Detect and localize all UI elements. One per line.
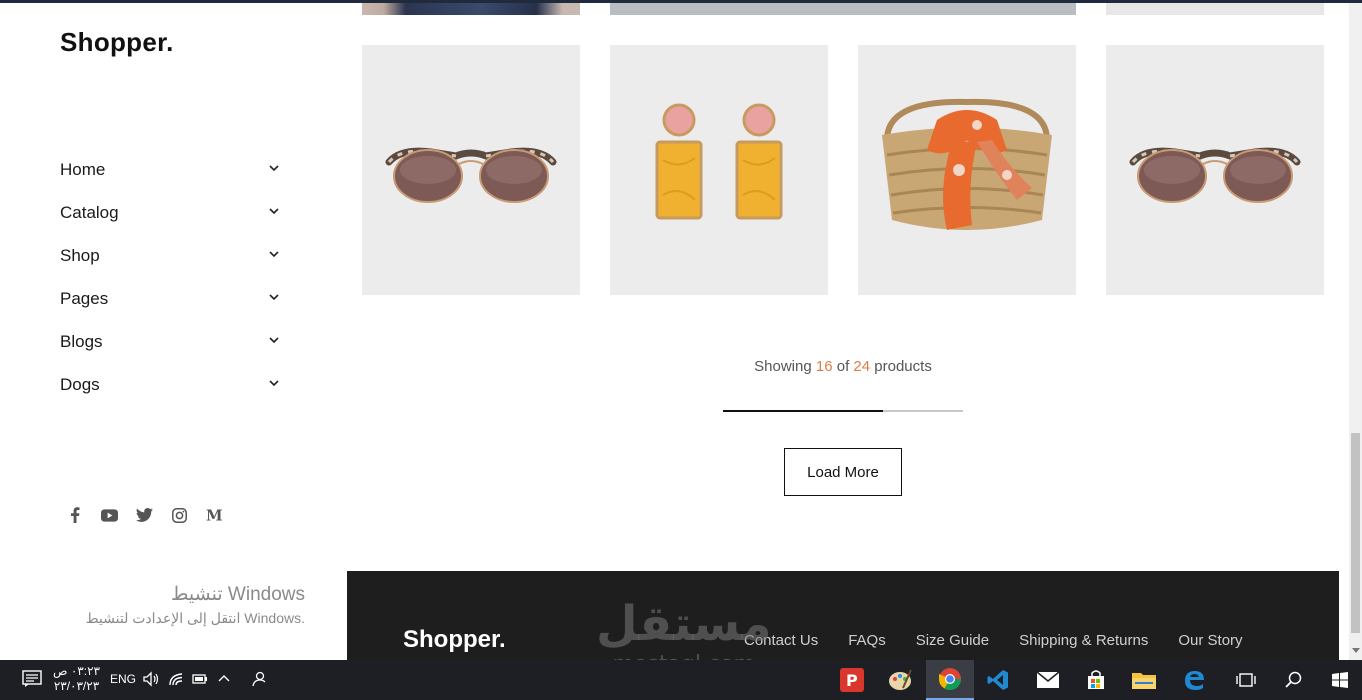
- chevron-down-icon[interactable]: [268, 377, 280, 389]
- nav-item-pages[interactable]: Pages: [60, 289, 280, 332]
- nav-item-label: Shop: [60, 246, 100, 265]
- load-progress-bar: [723, 410, 963, 412]
- medium-icon[interactable]: M: [206, 506, 223, 524]
- mail-icon: [1036, 671, 1060, 688]
- file-explorer-icon: [1132, 673, 1156, 689]
- footer-links: Contact Us FAQs Size Guide Shipping & Re…: [744, 632, 1243, 649]
- sunglasses-image: [1129, 147, 1301, 203]
- straw-bag-image: [882, 98, 1052, 230]
- windows-taskbar: ٠٣:٢٣ ص ٢٣/٠٣/٢٣ ENG P: [0, 660, 1362, 700]
- site-footer: Shopper. Contact Us FAQs Size Guide Ship…: [347, 571, 1339, 660]
- brand-logo[interactable]: Shopper.: [60, 27, 174, 58]
- nav-item-label: Pages: [60, 289, 109, 308]
- footer-brand-logo[interactable]: Shopper.: [403, 626, 506, 654]
- battery-icon[interactable]: [191, 670, 209, 688]
- watermark-arabic: مستقل: [596, 596, 772, 652]
- taskbar-time: ٠٣:٢٣ ص: [53, 664, 100, 678]
- showing-suffix: products: [874, 358, 932, 375]
- product-image-partial[interactable]: [362, 3, 580, 15]
- product-image-partial[interactable]: [1106, 3, 1324, 15]
- sunglasses-image: [385, 147, 557, 203]
- nav-item-dogs[interactable]: Dogs: [60, 375, 280, 418]
- action-center-icon[interactable]: [22, 670, 42, 688]
- sidebar-nav: Home Catalog Shop Pages Blogs Dogs: [60, 160, 280, 418]
- scrollbar-thumb[interactable]: [1351, 433, 1360, 633]
- start-icon: [1332, 672, 1348, 688]
- sidebar: Shopper. Home Catalog Shop Pages Blogs D…: [0, 3, 347, 660]
- nav-item-home[interactable]: Home: [60, 160, 280, 203]
- instagram-icon[interactable]: [171, 506, 188, 524]
- load-more-button[interactable]: Load More: [784, 448, 902, 496]
- product-card[interactable]: [610, 45, 828, 295]
- earrings-image: [655, 103, 783, 220]
- search-button[interactable]: [1270, 660, 1318, 700]
- store-icon: [1088, 670, 1104, 689]
- footer-link-our-story[interactable]: Our Story: [1178, 632, 1242, 649]
- footer-link-shipping[interactable]: Shipping & Returns: [1019, 632, 1148, 649]
- taskbar-clock[interactable]: ٠٣:٢٣ ص ٢٣/٠٣/٢٣: [53, 664, 100, 694]
- chevron-down-icon[interactable]: [268, 334, 280, 346]
- vscode-app[interactable]: [974, 660, 1022, 700]
- pinterest-app[interactable]: P: [828, 660, 876, 700]
- svg-text:M: M: [206, 508, 223, 522]
- svg-text:P: P: [846, 671, 858, 690]
- chevron-down-icon[interactable]: [268, 248, 280, 260]
- product-card[interactable]: [362, 45, 580, 295]
- nav-item-label: Dogs: [60, 375, 100, 394]
- activation-title: تنشيط Windows: [170, 584, 305, 605]
- shown-count: 16: [815, 358, 833, 375]
- showing-prefix: Showing: [754, 358, 812, 375]
- footer-link-size-guide[interactable]: Size Guide: [916, 632, 989, 649]
- language-indicator[interactable]: ENG: [110, 672, 136, 686]
- paint-app[interactable]: [876, 660, 924, 700]
- chrome-app[interactable]: [926, 660, 974, 700]
- wifi-icon[interactable]: [168, 670, 186, 688]
- nav-item-label: Blogs: [60, 332, 103, 351]
- paint-icon: [889, 669, 912, 690]
- page-scrollbar[interactable]: [1349, 3, 1362, 660]
- social-links: M: [66, 506, 223, 524]
- windows-activation-notice: تنشيط Windows انتقل إلى الإعدادت لتنشيط …: [60, 583, 305, 627]
- chevron-down-icon[interactable]: [268, 162, 280, 174]
- showing-middle: of: [836, 358, 850, 375]
- edge-app[interactable]: [1170, 660, 1218, 700]
- nav-item-label: Home: [60, 160, 106, 179]
- products-count-text: Showing 16 of 24 products: [680, 358, 1006, 375]
- file-explorer-app[interactable]: [1120, 660, 1168, 700]
- footer-link-faqs[interactable]: FAQs: [848, 632, 886, 649]
- load-progress-fill: [723, 410, 884, 412]
- scroll-down-arrow-icon[interactable]: [1352, 648, 1360, 653]
- facebook-icon[interactable]: [66, 506, 83, 524]
- task-view-button[interactable]: [1222, 660, 1270, 700]
- total-count: 24: [853, 358, 871, 375]
- pinterest-icon: P: [840, 668, 864, 692]
- task-view-icon: [1236, 673, 1256, 687]
- nav-item-blogs[interactable]: Blogs: [60, 332, 280, 375]
- people-icon[interactable]: [250, 670, 268, 688]
- volume-icon[interactable]: [142, 670, 160, 688]
- mail-app[interactable]: [1024, 660, 1072, 700]
- search-icon: [1285, 671, 1302, 688]
- chevron-down-icon[interactable]: [268, 291, 280, 303]
- vscode-icon: [987, 670, 1008, 690]
- nav-item-shop[interactable]: Shop: [60, 246, 280, 289]
- youtube-icon[interactable]: [101, 506, 118, 524]
- taskbar-date: ٢٣/٠٣/٢٣: [53, 679, 100, 693]
- activation-subtitle: انتقل إلى الإعدادت لتنشيط Windows.: [85, 610, 305, 626]
- product-card[interactable]: [1106, 45, 1324, 295]
- product-card[interactable]: [858, 45, 1076, 295]
- nav-item-label: Catalog: [60, 203, 119, 222]
- edge-icon: [1185, 671, 1204, 690]
- product-image-partial[interactable]: [610, 3, 1076, 15]
- chrome-icon: [939, 668, 961, 690]
- nav-item-catalog[interactable]: Catalog: [60, 203, 280, 246]
- chevron-up-icon[interactable]: [215, 670, 233, 688]
- chevron-down-icon[interactable]: [268, 205, 280, 217]
- twitter-icon[interactable]: [136, 506, 153, 524]
- store-app[interactable]: [1072, 660, 1120, 700]
- start-button[interactable]: [1316, 660, 1362, 700]
